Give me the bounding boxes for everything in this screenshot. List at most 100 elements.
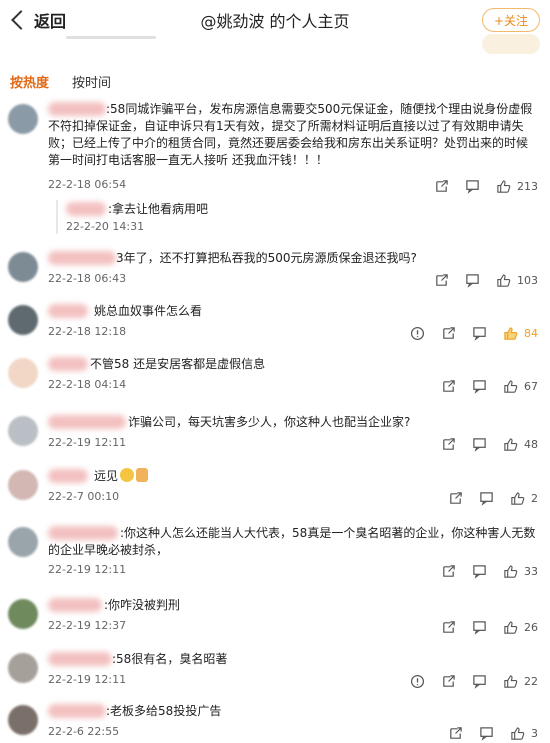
like-button[interactable]: 33 xyxy=(503,564,538,579)
share-icon[interactable] xyxy=(434,179,449,194)
comment-time: 22-2-18 04:14 xyxy=(48,378,127,391)
comment-actions: 84 xyxy=(410,325,538,341)
avatar[interactable] xyxy=(8,470,38,500)
comment-text: 远见 xyxy=(48,468,538,485)
thumbs-up-icon xyxy=(504,674,518,688)
avatar[interactable] xyxy=(8,358,38,388)
comment-icon[interactable] xyxy=(465,273,480,288)
like-button[interactable]: 22 xyxy=(503,674,538,689)
avatar[interactable] xyxy=(8,416,38,446)
avatar[interactable] xyxy=(8,104,38,134)
comment-actions: 26 xyxy=(441,619,538,635)
comment-text: 诈骗公司，每天坑害多少人，你这种人也配当企业家? xyxy=(128,415,411,429)
comment-item: 姚总血奴事件怎么看 22-2-18 12:18 84 xyxy=(0,303,550,353)
comment-icon[interactable] xyxy=(472,620,487,635)
like-count: 22 xyxy=(524,674,538,688)
comment-icon[interactable] xyxy=(472,379,487,394)
avatar[interactable] xyxy=(8,305,38,335)
comment-time: 22-2-18 12:18 xyxy=(48,325,127,338)
comment-actions: 2 xyxy=(448,490,538,506)
comment-text: :老板多给58投投广告 xyxy=(106,704,222,718)
like-count: 67 xyxy=(524,379,538,393)
comment-actions: 3 xyxy=(448,725,538,741)
comment-time: 22-2-7 00:10 xyxy=(48,490,120,503)
comment-actions: 213 xyxy=(434,178,538,194)
like-count: 84 xyxy=(524,326,538,340)
comment-item: 3年了，还不打算把私吞我的500元房源质保金退还我吗? 22-2-18 06:4… xyxy=(0,250,550,300)
avatar[interactable] xyxy=(8,527,38,557)
share-icon[interactable] xyxy=(448,491,463,506)
like-count: 33 xyxy=(524,564,538,578)
comment-icon[interactable] xyxy=(472,564,487,579)
comment-actions: 33 xyxy=(441,563,538,579)
like-count: 213 xyxy=(517,179,538,193)
like-button[interactable]: 213 xyxy=(496,179,538,194)
like-count: 48 xyxy=(524,437,538,451)
share-icon[interactable] xyxy=(448,726,463,741)
share-icon[interactable] xyxy=(441,437,456,452)
avatar[interactable] xyxy=(8,705,38,735)
thumbs-up-icon xyxy=(504,564,518,578)
like-count: 26 xyxy=(524,620,538,634)
comment-icon[interactable] xyxy=(479,726,494,741)
comment-time: 22-2-19 12:37 xyxy=(48,619,127,632)
comment-icon[interactable] xyxy=(465,179,480,194)
like-button[interactable]: 2 xyxy=(510,491,538,506)
faded-button xyxy=(482,34,540,54)
reply-text: :拿去让他看病用吧 xyxy=(108,202,209,216)
comment-icon[interactable] xyxy=(472,437,487,452)
like-button[interactable]: 67 xyxy=(503,379,538,394)
comment-time: 22-2-18 06:43 xyxy=(48,272,127,285)
comment-time: 22-2-18 06:54 xyxy=(48,178,127,191)
top-bar: 返回 @姚劲波 的个人主页 +关注 xyxy=(0,0,550,54)
thumbs-up-icon xyxy=(504,326,518,340)
share-icon[interactable] xyxy=(441,564,456,579)
comment-icon[interactable] xyxy=(472,326,487,341)
follow-button[interactable]: +关注 xyxy=(482,8,540,32)
comment-item: :58很有名，臭名昭著 22-2-19 12:11 22 xyxy=(0,651,550,701)
comment-time: 22-2-19 12:11 xyxy=(48,673,127,686)
share-icon[interactable] xyxy=(441,674,456,689)
like-button[interactable]: 3 xyxy=(510,726,538,741)
share-icon[interactable] xyxy=(434,273,449,288)
thumbs-up-icon xyxy=(504,620,518,634)
thumbs-up-icon xyxy=(497,179,511,193)
share-icon[interactable] xyxy=(441,620,456,635)
like-button[interactable]: 48 xyxy=(503,437,538,452)
comment-text: 姚总血奴事件怎么看 xyxy=(94,304,203,318)
comment-time: 22-2-6 22:55 xyxy=(48,725,120,738)
like-count: 103 xyxy=(517,273,538,287)
comment-text: 3年了，还不打算把私吞我的500元房源质保金退还我吗? xyxy=(116,251,417,265)
like-button[interactable]: 84 xyxy=(503,326,538,341)
report-icon[interactable] xyxy=(410,674,425,689)
avatar[interactable] xyxy=(8,599,38,629)
comment-icon[interactable] xyxy=(479,491,494,506)
comment-actions: 67 xyxy=(441,378,538,394)
comment-item: :你咋没被判刑 22-2-19 12:37 26 xyxy=(0,597,550,647)
comment-text: :58同城诈骗平台，发布房源信息需要交500元保证金，随便找个理由说身份虚假不符… xyxy=(48,102,533,167)
comment-actions: 48 xyxy=(441,436,538,452)
report-icon[interactable] xyxy=(410,326,425,341)
share-icon[interactable] xyxy=(441,326,456,341)
thumbs-up-icon xyxy=(511,726,525,740)
comment-text: 不管58 还是安居客都是虚假信息 xyxy=(90,357,266,371)
avatar[interactable] xyxy=(8,252,38,282)
share-icon[interactable] xyxy=(441,379,456,394)
comment-item: 远见 22-2-7 00:10 2 xyxy=(0,468,550,518)
comment-actions: 22 xyxy=(410,673,538,689)
comment-time: 22-2-19 12:11 xyxy=(48,436,127,449)
comment-text: :你咋没被判刑 xyxy=(104,598,181,612)
tab-by-time[interactable]: 按时间 xyxy=(72,72,111,91)
thumbs-up-icon xyxy=(511,491,525,505)
thumbs-up-icon xyxy=(497,273,511,287)
smile-emoji-icon xyxy=(120,468,135,482)
like-button[interactable]: 26 xyxy=(503,620,538,635)
thumbs-up-emoji-icon xyxy=(136,468,149,482)
tab-by-hot[interactable]: 按热度 xyxy=(10,72,49,91)
like-button[interactable]: 103 xyxy=(496,273,538,288)
thumbs-up-icon xyxy=(504,437,518,451)
avatar[interactable] xyxy=(8,653,38,683)
comment-icon[interactable] xyxy=(472,674,487,689)
comment-item: :老板多给58投投广告 22-2-6 22:55 3 xyxy=(0,703,550,743)
comment-actions: 103 xyxy=(434,272,538,288)
